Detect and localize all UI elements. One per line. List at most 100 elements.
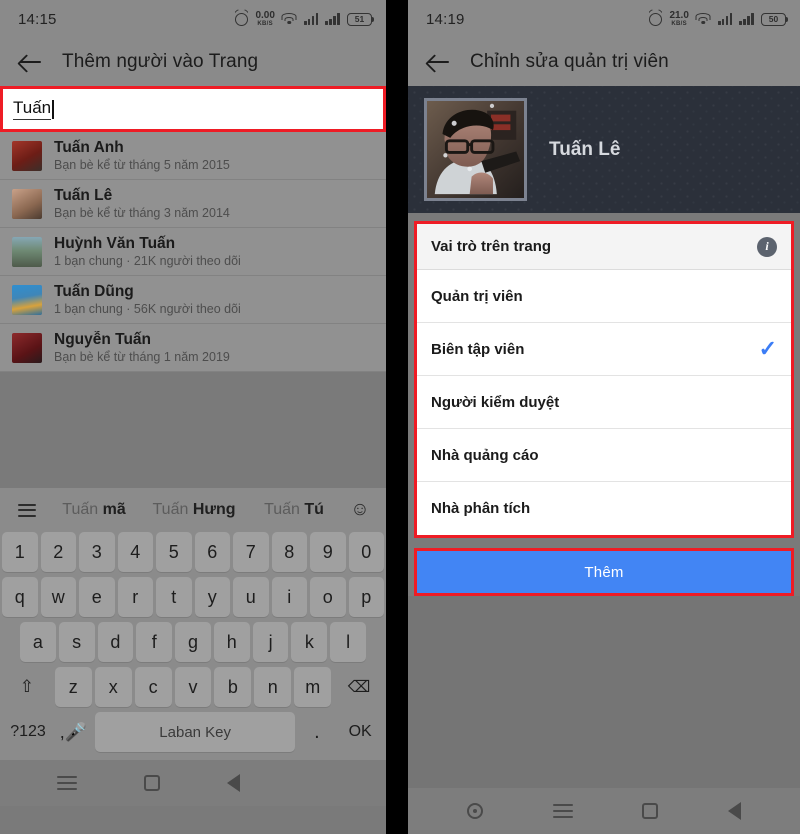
- wifi-icon: [695, 13, 711, 25]
- keyboard-menu-icon[interactable]: [10, 503, 44, 517]
- key-1[interactable]: 1: [2, 532, 38, 572]
- list-item[interactable]: Tuấn Lê Bạn bè kể từ tháng 3 năm 2014: [0, 180, 386, 228]
- profile-banner: Tuấn Lê: [408, 86, 800, 213]
- data-rate-unit: KB/S: [671, 21, 687, 27]
- info-icon[interactable]: i: [757, 236, 777, 257]
- list-item[interactable]: Nguyễn Tuấn Bạn bè kể từ tháng 1 năm 201…: [0, 324, 386, 372]
- roles-card-header: Vai trò trên trang i: [417, 224, 791, 270]
- key-n[interactable]: n: [254, 667, 292, 707]
- contact-subtitle: Bạn bè kể từ tháng 1 năm 2019: [54, 349, 230, 364]
- key-8[interactable]: 8: [271, 532, 307, 572]
- key-l[interactable]: l: [330, 622, 367, 662]
- key-m[interactable]: m: [294, 667, 332, 707]
- period-key[interactable]: .: [299, 712, 334, 752]
- right-nav-bar: [408, 788, 800, 834]
- key-y[interactable]: y: [194, 577, 230, 617]
- contact-name: Tuấn Lê: [54, 186, 113, 204]
- key-u[interactable]: u: [233, 577, 269, 617]
- left-phone-screen: 14:15 0.00 KB/S 51 Thêm người vào Trang …: [0, 0, 386, 834]
- suggestion-item[interactable]: Tuấn Tú: [244, 501, 344, 519]
- key-d[interactable]: d: [97, 622, 134, 662]
- key-9[interactable]: 9: [310, 532, 346, 572]
- signal-bars-icon-1: [717, 13, 733, 25]
- suggestion-prefix: Tuấn: [152, 501, 193, 518]
- emoji-smiley-icon[interactable]: ☺: [344, 499, 376, 521]
- avatar: [12, 284, 42, 315]
- space-key[interactable]: Laban Key: [94, 712, 296, 752]
- back-triangle-icon[interactable]: [226, 774, 240, 792]
- back-triangle-icon[interactable]: [728, 802, 742, 820]
- key-p[interactable]: p: [348, 577, 384, 617]
- list-item[interactable]: Tuấn Dũng 1 bạn chung · 56K người theo d…: [0, 276, 386, 324]
- status-time: 14:15: [18, 10, 57, 28]
- key-4[interactable]: 4: [117, 532, 153, 572]
- home-square-icon[interactable]: [642, 803, 659, 819]
- home-square-icon[interactable]: [144, 775, 161, 791]
- key-g[interactable]: g: [175, 622, 211, 662]
- role-option-admin[interactable]: Quản trị viên: [417, 270, 791, 323]
- ok-key[interactable]: OK: [338, 712, 382, 752]
- key-a[interactable]: a: [19, 622, 56, 662]
- key-0[interactable]: 0: [348, 532, 384, 572]
- roles-card: Vai trò trên trang i Quản trị viên Biên …: [414, 221, 794, 538]
- search-input[interactable]: Tuấn: [0, 86, 386, 132]
- role-option-moderator[interactable]: Người kiểm duyệt: [417, 376, 791, 429]
- screenshot-root: 14:15 0.00 KB/S 51 Thêm người vào Trang …: [0, 0, 800, 834]
- on-screen-keyboard: Tuấn mã Tuấn Hưng Tuấn Tú ☺ 1 2 3 4 5 6 …: [0, 488, 386, 760]
- keyboard-icon[interactable]: [307, 777, 329, 790]
- key-b[interactable]: b: [214, 667, 252, 707]
- role-option-editor[interactable]: Biên tập viên ✓: [417, 323, 791, 376]
- empty-space: [0, 372, 386, 488]
- wifi-icon: [281, 13, 297, 25]
- key-q[interactable]: q: [2, 577, 38, 617]
- list-item[interactable]: Huỳnh Văn Tuấn 1 bạn chung · 21K người t…: [0, 228, 386, 276]
- key-w[interactable]: w: [40, 577, 76, 617]
- role-option-analyst[interactable]: Nhà phân tích: [417, 482, 791, 535]
- key-3[interactable]: 3: [79, 532, 115, 572]
- key-s[interactable]: s: [58, 622, 95, 662]
- key-x[interactable]: x: [94, 667, 132, 707]
- signal-bars-icon-2: [739, 13, 754, 25]
- suggestion-item[interactable]: Tuấn mã: [44, 501, 144, 519]
- suggestion-item[interactable]: Tuấn Hưng: [144, 501, 244, 519]
- key-2[interactable]: 2: [40, 532, 76, 572]
- key-7[interactable]: 7: [233, 532, 269, 572]
- back-arrow-icon[interactable]: [18, 52, 42, 72]
- role-option-advertiser[interactable]: Nhà quảng cáo: [417, 429, 791, 482]
- key-5[interactable]: 5: [156, 532, 192, 572]
- battery-level: 50: [768, 13, 779, 24]
- key-c[interactable]: c: [134, 667, 172, 707]
- list-item[interactable]: Tuấn Anh Bạn bè kể từ tháng 5 năm 2015: [0, 132, 386, 180]
- backspace-icon[interactable]: ⌫: [334, 667, 384, 707]
- left-status-bar: 14:15 0.00 KB/S 51: [0, 0, 386, 38]
- key-r[interactable]: r: [117, 577, 153, 617]
- key-h[interactable]: h: [213, 622, 250, 662]
- key-t[interactable]: t: [156, 577, 192, 617]
- symbols-key[interactable]: ?123: [4, 712, 52, 752]
- key-j[interactable]: j: [252, 622, 289, 662]
- signal-bars-icon-2: [325, 13, 340, 25]
- microphone-icon[interactable]: ,🎤: [56, 712, 91, 752]
- key-6[interactable]: 6: [194, 532, 230, 572]
- data-rate-value: 0.00: [255, 10, 275, 21]
- key-o[interactable]: o: [310, 577, 346, 617]
- suggestion-word: mã: [102, 501, 126, 518]
- key-e[interactable]: e: [79, 577, 115, 617]
- key-v[interactable]: v: [174, 667, 212, 707]
- data-rate-value: 21.0: [669, 10, 689, 21]
- key-k[interactable]: k: [291, 622, 328, 662]
- key-f[interactable]: f: [136, 622, 173, 662]
- suggestion-word: Hưng: [192, 501, 236, 518]
- right-status-bar: 14:19 21.0 KB/S 50: [408, 0, 800, 38]
- key-z[interactable]: z: [54, 667, 92, 707]
- page-title: Thêm người vào Trang: [62, 51, 259, 72]
- hamburger-menu-icon[interactable]: [57, 776, 78, 790]
- add-button[interactable]: Thêm: [414, 548, 794, 596]
- avatar: [12, 332, 42, 363]
- hamburger-menu-icon[interactable]: [552, 804, 573, 818]
- back-arrow-icon[interactable]: [426, 52, 450, 72]
- circle-dot-icon[interactable]: [466, 803, 483, 819]
- empty-space: [408, 596, 800, 788]
- shift-arrow-icon[interactable]: ⇧: [2, 667, 52, 707]
- key-i[interactable]: i: [271, 577, 307, 617]
